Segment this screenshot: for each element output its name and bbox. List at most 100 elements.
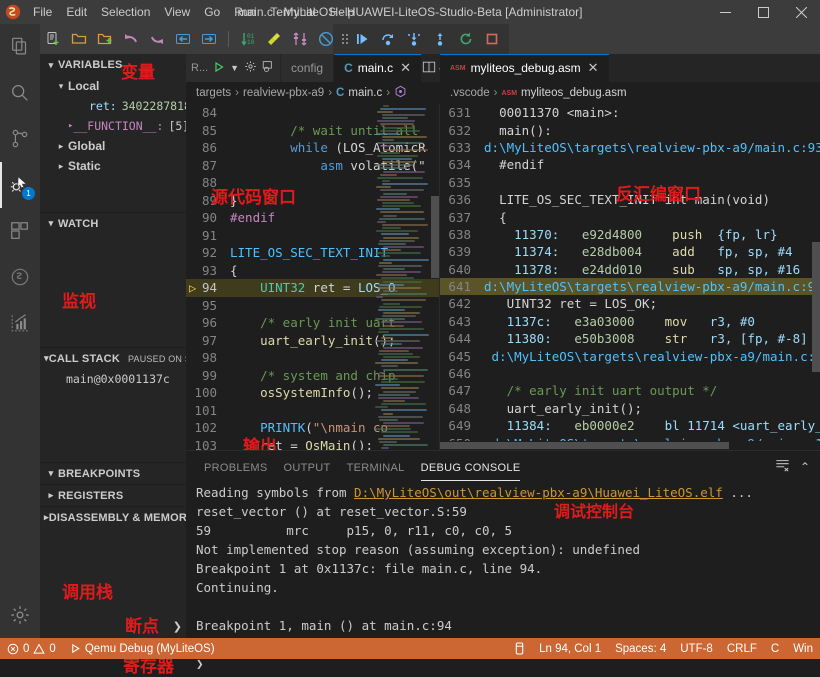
split-editor-icon[interactable] [422, 60, 436, 77]
redo-icon[interactable] [144, 26, 170, 52]
drag-handle[interactable] [337, 34, 349, 44]
source-control-icon[interactable] [0, 116, 40, 162]
new-file-icon[interactable] [40, 26, 66, 52]
tab-debug-console[interactable]: DEBUG CONSOLE [413, 462, 529, 481]
breadcrumb-item[interactable]: myliteos_debug.asm [521, 87, 626, 99]
callstack-section-header[interactable]: ▾ CALL STACK PAUSED ON START [40, 347, 186, 369]
disassembly-line[interactable]: 633d:\MyLiteOS\targets\realview-pbx-a9/m… [440, 139, 820, 156]
breadcrumb-item[interactable]: targets [196, 87, 231, 99]
variables-scope-local[interactable]: ▾ Local [40, 76, 186, 96]
open-folder-icon[interactable] [66, 26, 92, 52]
console-link[interactable]: D:\MyLiteOS\out\realview-pbx-a9\Huawei_L… [354, 485, 723, 500]
registers-section-header[interactable]: ▸ REGISTERS [40, 484, 186, 506]
launch-config-status[interactable]: Qemu Debug (MyLiteOS) [63, 638, 222, 659]
explorer-icon[interactable] [0, 24, 40, 70]
analysis-icon[interactable] [0, 300, 40, 346]
tab-problems[interactable]: PROBLEMS [196, 462, 276, 481]
disassembly-line[interactable]: 642 UINT32 ret = LOS_OK; [440, 295, 820, 312]
menu-help[interactable]: Help [323, 0, 362, 24]
variables-row-function[interactable]: ▸ __FUNCTION__: [5] [40, 116, 186, 136]
run-and-debug-icon[interactable]: 1 [0, 162, 40, 208]
scrollbar-thumb[interactable] [431, 196, 439, 278]
maximize-icon[interactable] [744, 0, 782, 24]
disassembly-line[interactable]: 641d:\MyLiteOS\targets\realview-pbx-a9/m… [440, 278, 820, 295]
import-icon[interactable] [170, 26, 196, 52]
stop-icon[interactable] [479, 26, 505, 52]
liteos-icon[interactable] [0, 254, 40, 300]
menu-run[interactable]: Run [227, 0, 263, 24]
problems-status[interactable]: 0 0 [0, 638, 63, 659]
variables-row-ret[interactable]: ret: 3402287818 [40, 96, 186, 116]
scrollbar-thumb[interactable] [440, 442, 729, 449]
disassembly-line[interactable]: 639 11374: e28db004 add fp, sp, #4 [440, 243, 820, 260]
chevron-up-icon[interactable]: ⌃ [800, 460, 810, 474]
minimap[interactable] [375, 104, 431, 450]
run-play-icon[interactable] [213, 61, 225, 76]
horizontal-scrollbar[interactable] [440, 442, 810, 449]
window-mode[interactable]: Win [786, 638, 820, 659]
tab-output[interactable]: OUTPUT [276, 462, 339, 481]
menu-view[interactable]: View [157, 0, 197, 24]
menu-selection[interactable]: Selection [94, 0, 157, 24]
search-icon[interactable] [0, 70, 40, 116]
scrollbar-thumb[interactable] [812, 242, 820, 372]
disassembly-line[interactable]: 644 11380: e50b3008 str r3, [fp, #-8] [440, 330, 820, 347]
extensions-icon[interactable] [0, 208, 40, 254]
breadcrumb-item[interactable]: main.c [348, 87, 382, 99]
remote-indicator[interactable] [507, 638, 532, 659]
symbol-method-icon[interactable] [394, 85, 407, 101]
close-icon[interactable]: ✕ [400, 60, 411, 76]
disassembly-line[interactable]: 648 uart_early_init(); [440, 400, 820, 417]
editor-indentation[interactable]: Spaces: 4 [608, 638, 673, 659]
step-out-icon[interactable] [427, 26, 453, 52]
close-icon[interactable] [782, 0, 820, 24]
step-into-icon[interactable] [401, 26, 427, 52]
continue-icon[interactable] [349, 26, 375, 52]
editor-eol[interactable]: CRLF [720, 638, 764, 659]
editor-language[interactable]: C [764, 638, 786, 659]
step-over-icon[interactable] [375, 26, 401, 52]
disassembly-line[interactable]: 634 #endif [440, 156, 820, 173]
chevron-down-icon[interactable]: ▼ [230, 63, 239, 73]
editor-encoding[interactable]: UTF-8 [673, 638, 720, 659]
new-folder-icon[interactable] [92, 26, 118, 52]
menu-go[interactable]: Go [197, 0, 227, 24]
disassembly-line[interactable]: 643 1137c: e3a03000 mov r3, #0 [440, 313, 820, 330]
vertical-scrollbar[interactable] [812, 104, 820, 450]
clean-icon[interactable] [261, 26, 287, 52]
clear-console-icon[interactable] [775, 458, 790, 475]
tab-terminal[interactable]: TERMINAL [339, 462, 413, 481]
menu-edit[interactable]: Edit [59, 0, 94, 24]
gear-icon[interactable] [244, 60, 257, 76]
breakpoints-section-header[interactable]: ▾ BREAKPOINTS [40, 462, 186, 484]
disassembly-line[interactable]: 649 11384: eb0000e2 bl 11714 <uart_early… [440, 417, 820, 434]
disassembly-line[interactable]: 646 [440, 365, 820, 382]
vertical-scrollbar[interactable] [431, 104, 439, 450]
config-icon[interactable] [287, 26, 313, 52]
export-icon[interactable] [196, 26, 222, 52]
build-icon[interactable]: 0110 [235, 26, 261, 52]
disassembly-line[interactable]: 647 /* early init uart output */ [440, 382, 820, 399]
debug-console-toggle-icon[interactable] [262, 60, 275, 76]
restart-icon[interactable] [453, 26, 479, 52]
close-icon[interactable]: ✕ [588, 60, 599, 76]
disassembly-line[interactable]: 632 main(): [440, 121, 820, 138]
variables-section-header[interactable]: ▾ VARIABLES [40, 54, 186, 76]
tab-config[interactable]: config [281, 54, 334, 82]
variables-scope-static[interactable]: ▸ Static [40, 156, 186, 176]
variables-scope-global[interactable]: ▸ Global [40, 136, 186, 156]
undo-icon[interactable] [118, 26, 144, 52]
disassembly-line[interactable]: 638 11370: e92d4800 push {fp, lr} [440, 226, 820, 243]
disassembly-line[interactable]: 631 00011370 <main>: [440, 104, 820, 121]
breadcrumb-item[interactable]: .vscode [450, 87, 490, 99]
menu-file[interactable]: File [26, 0, 59, 24]
menu-terminal[interactable]: Terminal [263, 0, 322, 24]
disassembly-line[interactable]: 637 { [440, 208, 820, 225]
tab-run-config[interactable]: R... ▼ [186, 54, 281, 82]
tab-main-c[interactable]: C main.c ✕ [334, 54, 422, 82]
disassembly-section-header[interactable]: ▸ DISASSEMBLY & MEMORY [40, 506, 186, 528]
disassembly-line[interactable]: 640 11378: e24dd010 sub sp, sp, #16 [440, 261, 820, 278]
editor-position[interactable]: Ln 94, Col 1 [532, 638, 608, 659]
disassembly-editor[interactable]: 631 00011370 <main>:632 main():633d:\MyL… [440, 104, 820, 450]
watch-section-header[interactable]: ▾ WATCH [40, 212, 186, 234]
